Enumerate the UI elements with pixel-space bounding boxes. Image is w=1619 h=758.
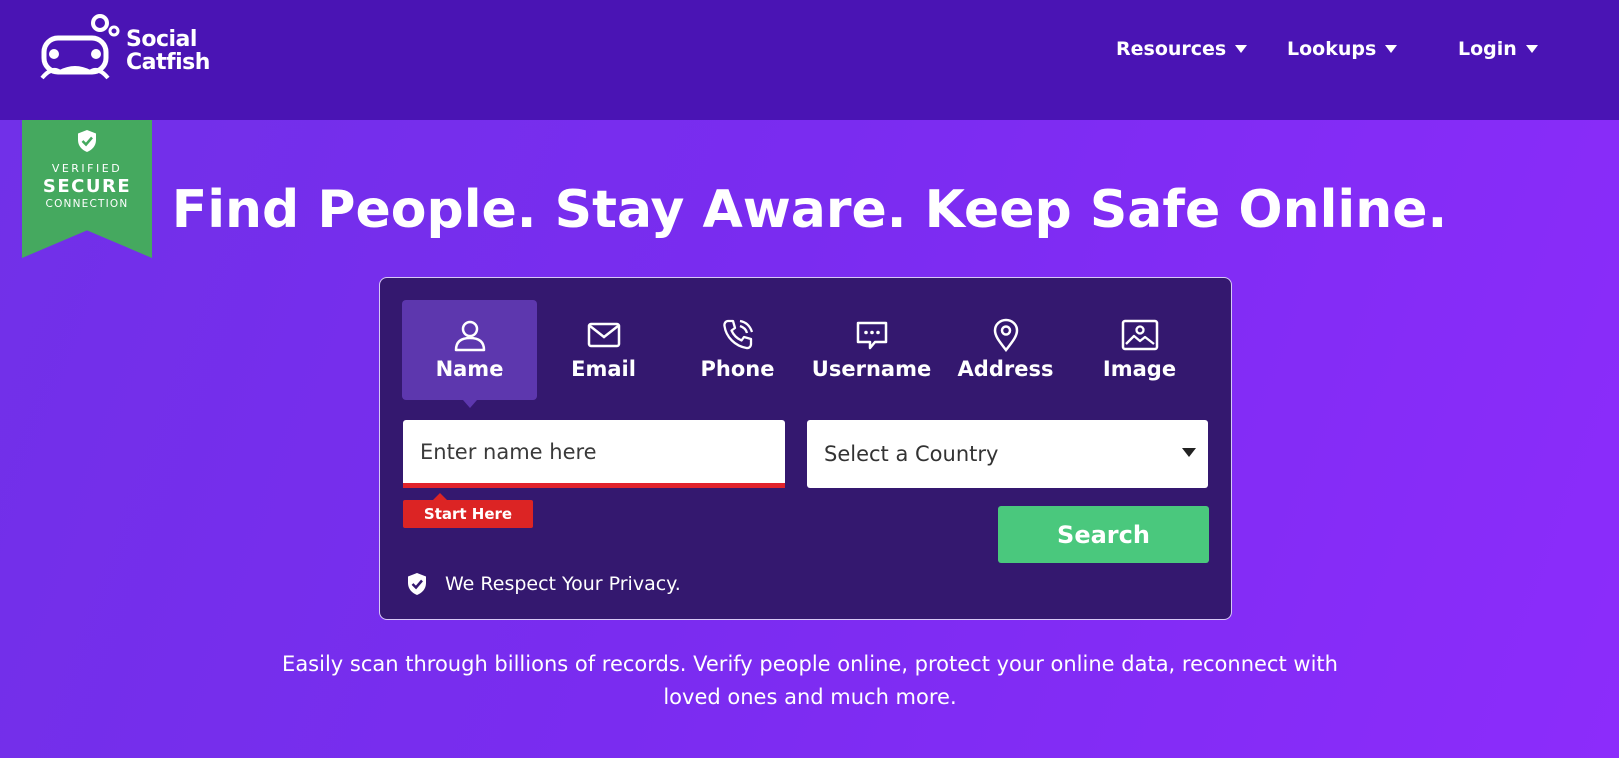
tab-email[interactable]: Email [536, 300, 671, 400]
page-title: Find People. Stay Aware. Keep Safe Onlin… [171, 180, 1448, 240]
caret-down-icon [1182, 448, 1196, 457]
envelope-icon [587, 322, 620, 348]
tab-phone-label: Phone [700, 357, 775, 381]
privacy-note: We Respect Your Privacy. [407, 572, 681, 596]
tab-email-label: Email [571, 357, 636, 381]
tab-name[interactable]: Name [402, 300, 537, 408]
name-input[interactable] [403, 420, 785, 488]
caret-down-icon [1235, 45, 1248, 53]
nav-lookups-label: Lookups [1287, 38, 1377, 60]
nav-login-label: Login [1458, 38, 1517, 60]
logo-line-1: Social [126, 27, 197, 52]
logo[interactable]: Social Catfish [38, 14, 210, 80]
nav-login[interactable]: Login [1458, 38, 1538, 60]
privacy-text: We Respect Your Privacy. [445, 573, 681, 595]
logo-text: Social Catfish [126, 28, 210, 80]
tab-username-label: Username [811, 357, 932, 381]
search-panel: Name Email Phone Username Address Image … [379, 277, 1232, 620]
shield-check-icon [408, 573, 426, 595]
logo-line-2: Catfish [126, 50, 210, 75]
tab-image-label: Image [1102, 357, 1177, 381]
caret-down-icon [1385, 45, 1398, 53]
nav-resources[interactable]: Resources [1116, 38, 1248, 60]
search-button[interactable]: Search [998, 506, 1209, 563]
tab-username[interactable]: Username [804, 300, 939, 400]
phone-icon [722, 319, 753, 350]
site-header: Social Catfish Resources Lookups Login [0, 0, 1619, 120]
nav-resources-label: Resources [1116, 38, 1227, 60]
shield-check-icon [78, 130, 96, 152]
image-icon [1121, 319, 1158, 351]
tab-phone[interactable]: Phone [670, 300, 805, 400]
country-select-value: Select a Country [824, 442, 999, 466]
tab-address[interactable]: Address [938, 300, 1073, 400]
nav-lookups[interactable]: Lookups [1287, 38, 1398, 60]
chat-bubble-icon [856, 321, 887, 350]
tab-image[interactable]: Image [1072, 300, 1207, 400]
person-icon [454, 320, 485, 352]
badge-line-1: VERIFIED [51, 162, 123, 175]
tab-name-label: Name [435, 357, 504, 381]
tab-address-label: Address [957, 357, 1054, 381]
map-pin-icon [993, 318, 1018, 352]
caret-down-icon [1525, 45, 1538, 53]
catfish-logo-icon [40, 14, 120, 80]
country-select[interactable]: Select a Country [807, 420, 1208, 488]
start-here-tooltip: Start Here [403, 493, 533, 528]
hero-subtext: Easily scan through billions of records.… [282, 652, 1338, 709]
